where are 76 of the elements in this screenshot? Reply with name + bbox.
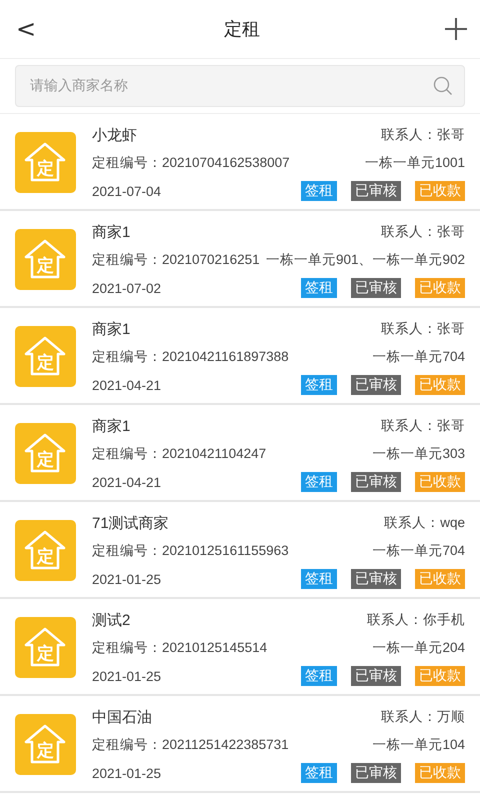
rental-card[interactable]: 定 71测试商家 联系人：wqe 定租编号：20210125161155963 一栋一单元704 2021-01-25 签租 已审核 已收款 (0, 502, 480, 599)
house-badge-icon: 定 (15, 326, 76, 387)
unit-text: 一栋一单元1001 (364, 154, 465, 172)
status-tag: 签租 (301, 181, 337, 201)
rental-card[interactable]: 定 中国石油 联系人：万顺 定租编号：20211251422385731 一栋一单元104 2021-01-25 签租 已审核 已收款 (0, 696, 480, 793)
rental-number: 定租编号：20210704162538007 (92, 154, 290, 172)
contact-text: 联系人：张哥 (381, 223, 465, 241)
rental-card[interactable]: 定 测试2 联系人：你手机 定租编号：20210125145514 一栋一单元204 2021-01-25 签租 已审核 已收款 (0, 599, 480, 696)
date-text: 2021-07-04 (92, 184, 162, 198)
date-text: 2021-04-21 (92, 378, 162, 392)
status-tag: 签租 (301, 569, 337, 589)
status-tag: 已收款 (415, 763, 465, 783)
rental-number: 定租编号：20210125161155963 (92, 542, 289, 560)
status-tag: 已审核 (351, 278, 401, 298)
add-button[interactable] (444, 17, 468, 41)
date-text: 2021-01-25 (92, 766, 162, 780)
status-tag: 已审核 (351, 569, 401, 589)
unit-text: 一栋一单元303 (372, 445, 465, 463)
merchant-name: 测试2 (92, 610, 130, 630)
status-tag: 已收款 (415, 375, 465, 395)
plus-icon (444, 17, 468, 41)
status-tag: 已收款 (415, 472, 465, 492)
contact-text: 联系人：张哥 (381, 417, 465, 435)
status-tag: 已收款 (415, 278, 465, 298)
merchant-name: 商家1 (92, 222, 130, 242)
rental-card[interactable]: 定 商家1 联系人：张哥 定租编号：20210421104247 一栋一单元303 2021-04-21 签租 已审核 已收款 (0, 405, 480, 502)
merchant-name: 商家1 (92, 416, 130, 436)
status-tag: 已收款 (415, 666, 465, 686)
date-text: 2021-01-25 (92, 668, 162, 684)
contact-text: 联系人：万顺 (381, 708, 465, 726)
contact-text: 联系人：wqe (384, 514, 465, 532)
house-badge-icon: 定 (15, 520, 76, 581)
house-badge-icon: 定 (15, 229, 76, 290)
house-badge-icon: 定 (15, 132, 76, 193)
status-tag: 签租 (301, 375, 337, 395)
rental-number: 定租编号：20210421161897388 (92, 348, 289, 366)
unit-text: 一栋一单元704 (372, 542, 465, 560)
status-tag: 签租 (301, 472, 337, 492)
status-tag: 签租 (301, 763, 337, 783)
rental-number: 定租编号：2021070216251 (92, 251, 260, 269)
merchant-name: 商家1 (92, 320, 130, 338)
contact-text: 联系人：你手机 (367, 611, 465, 629)
rental-number: 定租编号：20210125145514 (92, 639, 268, 657)
unit-text: 一栋一单元104 (372, 736, 465, 754)
status-tag: 已收款 (415, 181, 465, 201)
rental-card[interactable]: 定 小龙虾 联系人：张哥 定租编号：20210704162538007 一栋一单元1001 2021-07-04 签租 已审核 已收款 (0, 114, 480, 211)
rental-card[interactable]: 定 商家1 联系人：张哥 定租编号：2021070216251 一栋一单元901、一栋一单元902 2021-07-02 签租 已审核 已收款 (0, 211, 480, 308)
merchant-name: 小龙虾 (92, 126, 137, 144)
rental-number: 定租编号：20211251422385731 (92, 736, 289, 754)
status-tag: 已审核 (351, 763, 401, 783)
status-tag: 已审核 (351, 666, 401, 686)
date-text: 2021-07-02 (92, 280, 162, 296)
house-badge-icon: 定 (15, 423, 76, 484)
merchant-name: 中国石油 (92, 708, 152, 726)
status-tag: 已收款 (415, 569, 465, 589)
status-tag: 已审核 (351, 472, 401, 492)
back-button[interactable]: < (12, 15, 40, 43)
house-badge-icon: 定 (15, 714, 76, 775)
house-badge-icon: 定 (15, 617, 76, 678)
contact-text: 联系人：张哥 (381, 320, 465, 338)
status-tag: 已审核 (351, 181, 401, 201)
status-tag: 签租 (301, 666, 337, 686)
search-field[interactable]: 请输入商家名称 (15, 65, 465, 107)
contact-text: 联系人：张哥 (381, 126, 465, 144)
unit-text: 一栋一单元204 (372, 639, 465, 657)
date-text: 2021-04-21 (92, 474, 162, 490)
rental-number: 定租编号：20210421104247 (92, 445, 266, 463)
unit-text: 一栋一单元704 (372, 348, 465, 366)
date-text: 2021-01-25 (92, 572, 162, 586)
status-tag: 已审核 (351, 375, 401, 395)
page-title: 定租 (224, 18, 260, 41)
status-tag: 签租 (301, 278, 337, 298)
merchant-name: 71测试商家 (92, 514, 169, 532)
search-icon (433, 76, 453, 96)
rental-card[interactable]: 定 商家1 联系人：张哥 定租编号：20210421161897388 一栋一单元704 2021-04-21 签租 已审核 已收款 (0, 308, 480, 405)
unit-text: 一栋一单元901、一栋一单元902 (266, 251, 465, 269)
